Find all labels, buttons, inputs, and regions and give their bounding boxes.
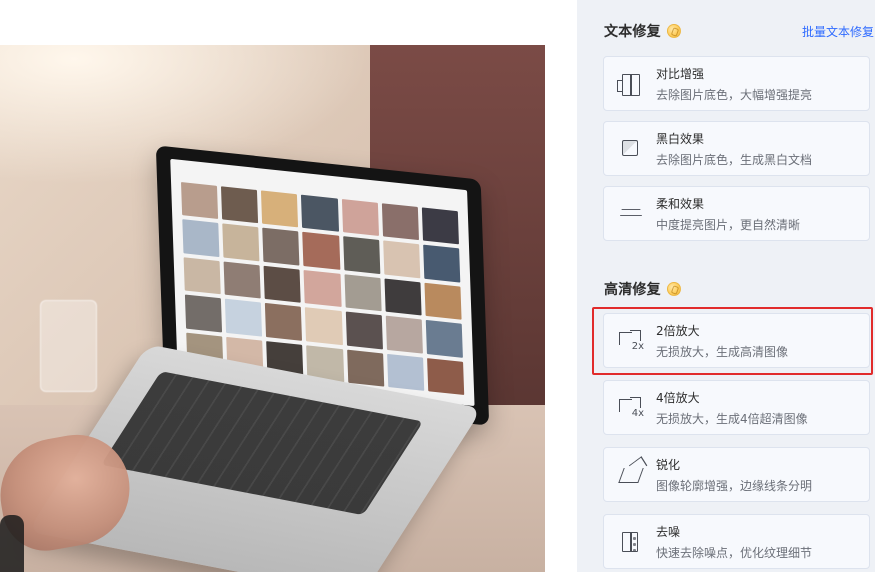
thumbnail: [261, 190, 299, 228]
tool-icon-wrap: 2x: [604, 328, 656, 354]
thumbnail: [346, 349, 384, 387]
tool-description: 图像轮廓增强，边缘线条分明: [656, 478, 813, 493]
tool-text: 4倍放大 无损放大，生成4倍超清图像: [656, 389, 818, 427]
hd-repair-header: 高清修复: [604, 278, 874, 300]
upscale-2x-icon: 2x: [615, 328, 645, 354]
denoise-icon: [615, 529, 645, 555]
text-repair-title-wrap: 文本修复: [604, 21, 681, 41]
tool-description: 中度提亮图片，更自然清晰: [656, 217, 801, 232]
tool-text: 去噪 快速去除噪点，优化纹理细节: [656, 523, 822, 561]
tool-card-bw-effect[interactable]: 黑白效果 去除图片底色，生成黑白文档: [603, 121, 870, 176]
coin-icon: [666, 282, 681, 296]
thumbnail: [263, 265, 302, 303]
thumbnail: [342, 236, 381, 274]
tool-description: 去除图片底色，大幅增强提亮: [656, 87, 813, 102]
thumbnail: [223, 261, 262, 299]
thumbnail: [384, 278, 422, 316]
bw-effect-icon: [615, 136, 645, 162]
contrast-icon: [615, 71, 645, 97]
tool-title: 黑白效果: [656, 131, 705, 146]
tool-title: 锐化: [656, 457, 681, 472]
laptop-keyboard: [100, 371, 424, 516]
sleeve: [0, 515, 24, 572]
thumbnail: [424, 282, 462, 320]
tool-card-contrast-enhance[interactable]: 对比增强 去除图片底色，大幅增强提亮: [603, 56, 870, 111]
thumbnail: [426, 357, 465, 396]
coin-icon: [666, 24, 681, 38]
upscale-4x-icon: 4x: [615, 395, 645, 421]
tool-text: 2倍放大 无损放大，生成高清图像: [656, 322, 798, 360]
tool-description: 无损放大，生成高清图像: [656, 344, 789, 359]
tool-title: 2倍放大: [656, 323, 700, 338]
thumbnail: [262, 228, 300, 266]
tool-card-upscale-2x[interactable]: 2x 2倍放大 无损放大，生成高清图像: [603, 313, 870, 368]
thumbnail: [222, 223, 260, 262]
photo-glass: [40, 300, 97, 392]
thumbnail: [180, 182, 219, 220]
thumbnail: [422, 244, 461, 283]
tool-text: 锐化 图像轮廓增强，边缘线条分明: [656, 456, 822, 494]
soft-effect-icon: [615, 201, 645, 227]
thumbnail: [382, 240, 421, 279]
text-repair-title: 文本修复: [604, 24, 661, 40]
thumbnail: [183, 257, 221, 295]
thumbnail: [303, 269, 342, 308]
upscale-4x-icon-label: 4x: [631, 407, 644, 419]
tool-text: 对比增强 去除图片底色，大幅增强提亮: [656, 65, 822, 103]
laptop-photo: [0, 45, 545, 572]
tool-title: 对比增强: [656, 66, 705, 81]
tool-card-denoise[interactable]: 去噪 快速去除噪点，优化纹理细节: [603, 514, 870, 569]
thumbnail: [184, 294, 223, 333]
tool-title: 4倍放大: [656, 390, 700, 405]
tool-text: 柔和效果 中度提亮图片，更自然清晰: [656, 195, 810, 233]
thumbnail: [381, 203, 419, 241]
tool-icon-wrap: 4x: [604, 395, 656, 421]
tool-card-sharpen[interactable]: 锐化 图像轮廓增强，边缘线条分明: [603, 447, 870, 502]
tool-icon-wrap: [604, 462, 656, 488]
tool-icon-wrap: [604, 201, 656, 227]
hd-repair-title-wrap: 高清修复: [604, 279, 681, 299]
thumbnail: [344, 274, 382, 312]
tool-description: 去除图片底色，生成黑白文档: [656, 152, 813, 167]
tool-title: 柔和效果: [656, 196, 705, 211]
tool-text: 黑白效果 去除图片底色，生成黑白文档: [656, 130, 822, 168]
tool-title: 去噪: [656, 524, 681, 539]
thumbnail: [385, 315, 423, 354]
tool-card-upscale-4x[interactable]: 4x 4倍放大 无损放大，生成4倍超清图像: [603, 380, 870, 435]
text-repair-header: 文本修复 批量文本修复: [604, 20, 874, 42]
thumbnail: [265, 303, 303, 341]
sharpen-icon: [615, 462, 645, 488]
tool-icon-wrap: [604, 529, 656, 555]
thumbnail: [221, 186, 259, 224]
thumbnail: [302, 232, 340, 270]
thumbnail: [386, 353, 425, 391]
tool-icon-wrap: [604, 71, 656, 97]
tool-card-soft-effect[interactable]: 柔和效果 中度提亮图片，更自然清晰: [603, 186, 870, 241]
thumbnail: [225, 298, 263, 337]
tool-description: 快速去除噪点，优化纹理细节: [656, 545, 813, 560]
thumbnail: [425, 320, 463, 358]
tool-icon-wrap: [604, 136, 656, 162]
thumbnail: [301, 194, 339, 233]
thumbnail: [341, 198, 379, 237]
thumbnail: [305, 307, 343, 345]
upscale-2x-icon-label: 2x: [631, 340, 644, 352]
thumbnail: [345, 311, 383, 349]
screen: 文本修复 批量文本修复 对比增强 去除图片底色，大幅增强提亮 黑白效果 去除图片…: [0, 0, 875, 572]
thumbnail: [182, 219, 220, 257]
hd-repair-title: 高清修复: [604, 282, 661, 298]
batch-text-repair-link[interactable]: 批量文本修复: [802, 23, 874, 40]
tool-description: 无损放大，生成4倍超清图像: [656, 411, 808, 426]
thumbnail: [421, 207, 459, 245]
